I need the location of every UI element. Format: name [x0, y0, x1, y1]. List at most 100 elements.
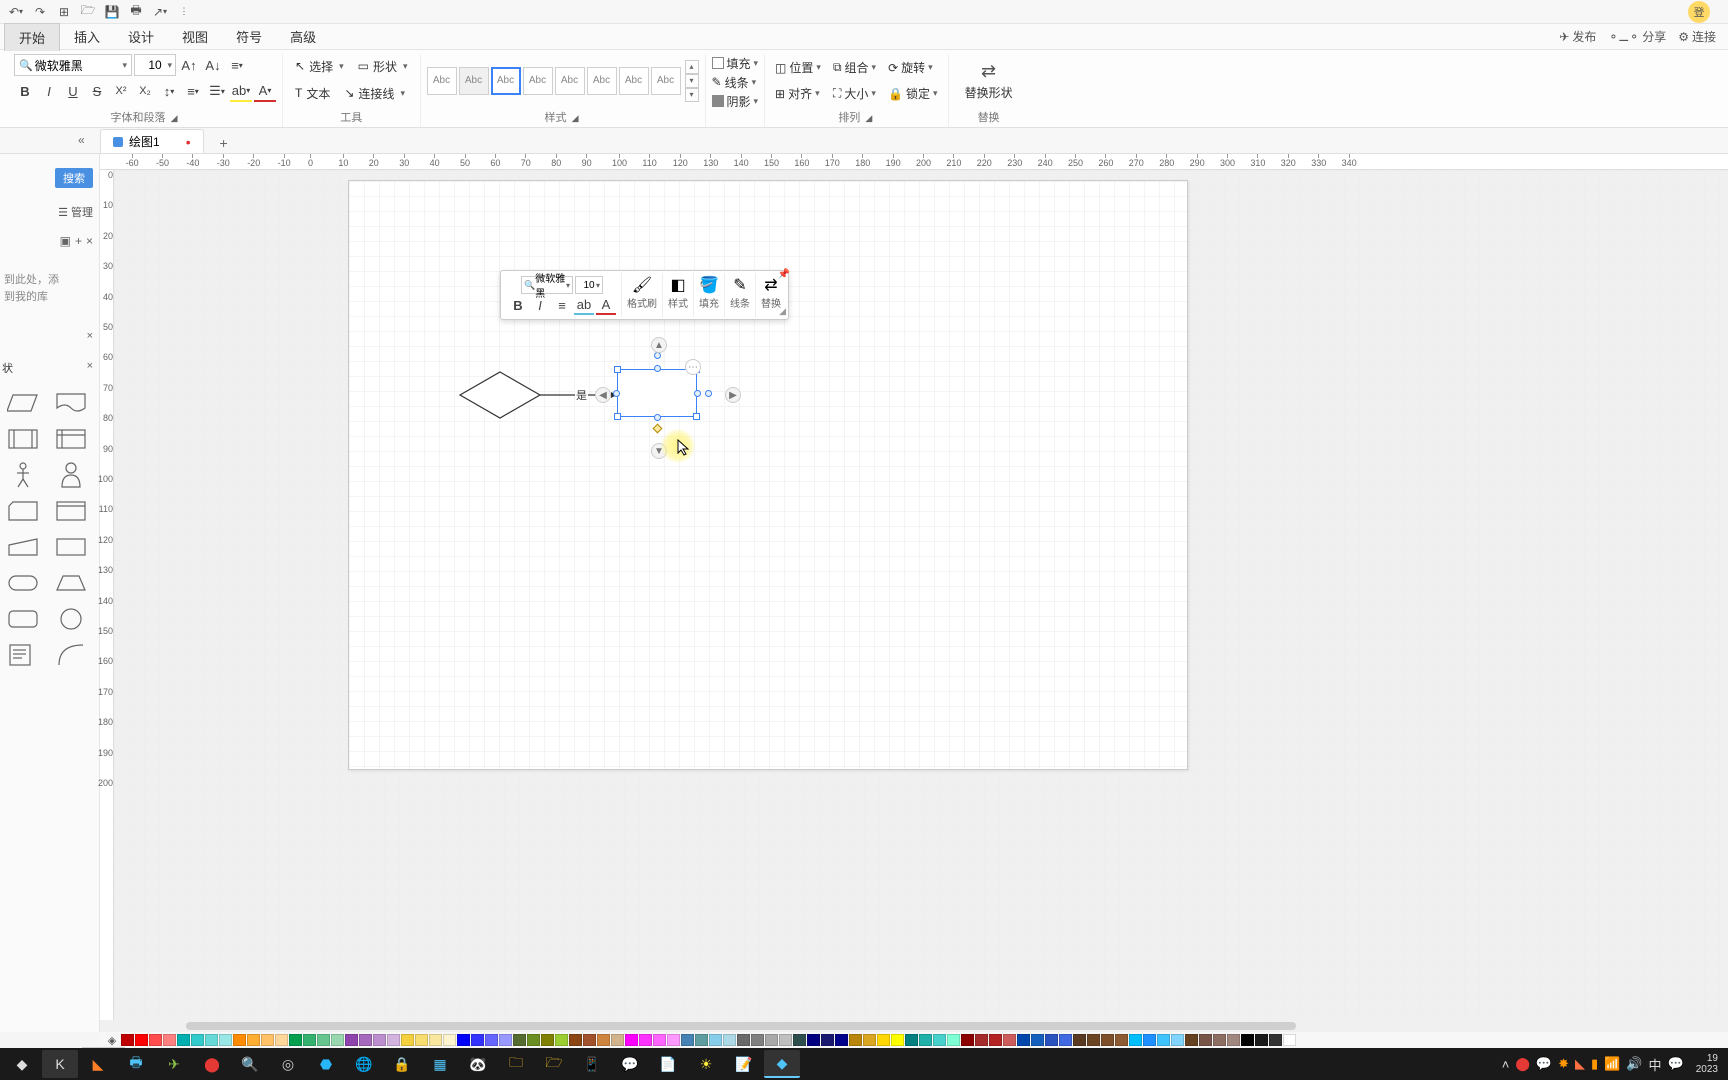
tray-volume-icon[interactable]: 🔊 [1626, 1056, 1642, 1072]
menu-symbol[interactable]: 符号 [222, 23, 276, 50]
color-swatch[interactable] [947, 1034, 960, 1046]
line-button[interactable]: ✎线条▾ [712, 73, 757, 91]
mini-style[interactable]: ◧ 样式 [662, 273, 693, 317]
redo-button[interactable]: ↷ [30, 2, 50, 22]
shape-document[interactable] [52, 388, 90, 418]
color-swatch[interactable] [1241, 1034, 1254, 1046]
color-swatch[interactable] [611, 1034, 624, 1046]
mini-font-select[interactable]: 🔍微软雅黑▾ [521, 276, 573, 294]
user-avatar[interactable]: 登 [1688, 1, 1710, 23]
taskbar-app-11[interactable]: ▦ [422, 1050, 458, 1078]
taskbar-app-18[interactable]: ☀ [688, 1050, 724, 1078]
color-swatch[interactable] [1185, 1034, 1198, 1046]
tray-ime-icon[interactable]: 中 [1649, 1055, 1662, 1074]
fill-button[interactable]: 填充▾ [712, 54, 759, 72]
color-swatch[interactable] [261, 1034, 274, 1046]
taskbar-app-17[interactable]: 📄 [650, 1050, 686, 1078]
undo-button[interactable]: ↶▾ [6, 2, 26, 22]
mini-pin-icon[interactable]: 📌 [778, 269, 790, 280]
mini-format-painter[interactable]: 🖌 格式刷 [621, 273, 662, 317]
replace-shape-button[interactable]: ⇄ 替换形状 [955, 61, 1023, 101]
color-swatch[interactable] [891, 1034, 904, 1046]
section-shapes-close[interactable]: × [87, 360, 93, 372]
canvas-area[interactable]: 是 ▲ ▶ ▼ ◀ ⋯ [114, 170, 1728, 1032]
quick-more[interactable]: ⋯ [685, 359, 701, 375]
shape-rect2[interactable] [52, 532, 90, 562]
shape-predefined[interactable] [4, 424, 42, 454]
shape-card[interactable] [4, 496, 42, 526]
manage-button[interactable]: ☰ 管理 [58, 204, 93, 220]
color-swatch[interactable] [625, 1034, 638, 1046]
color-swatch[interactable] [471, 1034, 484, 1046]
color-swatch[interactable] [1255, 1034, 1268, 1046]
color-swatch[interactable] [905, 1034, 918, 1046]
italic-button[interactable]: I [38, 80, 60, 102]
color-swatch[interactable] [401, 1034, 414, 1046]
dialog-launcher[interactable]: ◢ [863, 113, 874, 125]
color-swatch[interactable] [317, 1034, 330, 1046]
shape-note[interactable] [4, 640, 42, 670]
color-swatch[interactable] [177, 1034, 190, 1046]
color-swatch[interactable] [793, 1034, 806, 1046]
color-swatch[interactable] [751, 1034, 764, 1046]
section-close[interactable]: × [87, 330, 93, 342]
color-swatch[interactable] [807, 1034, 820, 1046]
panel-add-icon[interactable]: + [75, 234, 82, 248]
color-swatch[interactable] [597, 1034, 610, 1046]
taskbar-app-3[interactable]: 🖶 [118, 1050, 154, 1078]
taskbar-explorer[interactable]: 🗀 [498, 1050, 534, 1078]
drawing-page[interactable]: 是 ▲ ▶ ▼ ◀ ⋯ [348, 180, 1188, 770]
mini-highlight[interactable]: ab [574, 295, 594, 315]
color-swatch[interactable] [331, 1034, 344, 1046]
text-align-button[interactable]: ≡▾ [226, 54, 248, 76]
color-swatch[interactable] [1283, 1034, 1296, 1046]
dialog-launcher[interactable]: ◢ [169, 113, 180, 125]
font-color-button[interactable]: A▾ [254, 80, 276, 102]
publish-link[interactable]: ✈发布 [1559, 28, 1596, 45]
color-swatch[interactable] [737, 1034, 750, 1046]
process-shape-selected[interactable] [617, 369, 697, 417]
menu-insert[interactable]: 插入 [60, 23, 114, 50]
color-swatch[interactable] [205, 1034, 218, 1046]
color-swatch[interactable] [1073, 1034, 1086, 1046]
mini-expand[interactable]: ◢ [779, 306, 786, 317]
taskbar-app-8[interactable]: ⬣ [308, 1050, 344, 1078]
color-swatch[interactable] [1157, 1034, 1170, 1046]
color-swatch[interactable] [1171, 1034, 1184, 1046]
taskbar-app-15[interactable]: 📱 [574, 1050, 610, 1078]
lock-button[interactable]: 🔒锁定▾ [884, 82, 942, 106]
color-swatch[interactable] [681, 1034, 694, 1046]
connect-link[interactable]: ⚙连接 [1678, 28, 1716, 45]
gallery-more[interactable]: ▾ [685, 88, 699, 102]
style-item-4[interactable]: Abc [523, 67, 553, 95]
dialog-launcher[interactable]: ◢ [570, 113, 581, 125]
color-swatch[interactable] [429, 1034, 442, 1046]
align-button[interactable]: ⊞对齐▾ [771, 82, 825, 106]
mini-fill[interactable]: 🪣 填充 [693, 273, 724, 317]
color-swatch[interactable] [863, 1034, 876, 1046]
tray-clock[interactable]: 19 2023 [1696, 1053, 1718, 1075]
bullets-button[interactable]: ☰▾ [206, 80, 228, 102]
line-spacing-button[interactable]: ≡▾ [182, 80, 204, 102]
search-button[interactable]: 搜索 [55, 168, 93, 188]
shape-parallelogram[interactable] [4, 388, 42, 418]
collapse-panel-button[interactable]: « [78, 133, 85, 147]
color-swatch[interactable] [1087, 1034, 1100, 1046]
color-swatch[interactable] [569, 1034, 582, 1046]
taskbar-app-4[interactable]: ✈ [156, 1050, 192, 1078]
color-swatch[interactable] [149, 1034, 162, 1046]
color-swatch[interactable] [1115, 1034, 1128, 1046]
taskbar-app-10[interactable]: 🔒 [384, 1050, 420, 1078]
color-swatch[interactable] [1059, 1034, 1072, 1046]
color-swatch[interactable] [289, 1034, 302, 1046]
color-swatch[interactable] [387, 1034, 400, 1046]
qat-customize[interactable]: ⋮ [174, 2, 194, 22]
mini-bold[interactable]: B [508, 295, 528, 315]
color-swatch[interactable] [191, 1034, 204, 1046]
shape-card2[interactable] [52, 496, 90, 526]
horizontal-scrollbar[interactable] [100, 1020, 1728, 1032]
quick-arrow-left[interactable]: ◀ [595, 387, 611, 403]
subscript-button[interactable]: X₂ [134, 80, 156, 102]
panel-close-icon[interactable]: × [86, 234, 93, 248]
tray-icon-1[interactable]: ⬤ [1515, 1056, 1530, 1072]
